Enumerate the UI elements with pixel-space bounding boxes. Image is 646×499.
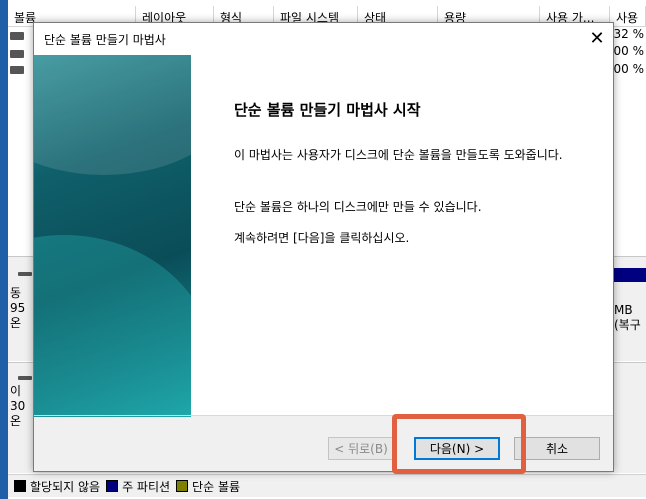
column-header-percent-free[interactable]: 사용 [610,6,646,26]
next-button-highlight [392,414,526,474]
wizard-note: 단순 볼륨은 하나의 디스크에만 만들 수 있습니다. [234,200,482,214]
wizard-instruction: 계속하려면 [다음]을 클릭하십시오. [234,231,410,245]
disk-1-label[interactable]: 이 30 온 [10,384,25,429]
disk-0-label[interactable]: 동 95 온 [10,286,25,331]
legend-label-unallocated: 할당되지 않음 [30,479,101,494]
partition-label: (복구 [614,318,641,332]
wizard-dialog: 단순 볼륨 만들기 마법사 ✕ 단순 볼륨 만들기 마법사 시작 이 마법사는 … [33,22,614,472]
cancel-button[interactable]: 취소 [514,437,600,460]
wizard-heading: 단순 볼륨 만들기 마법사 시작 [234,101,421,119]
close-button[interactable]: ✕ [581,23,613,53]
disk-0-status: 온 [10,316,22,330]
legend-swatch-unallocated [14,480,26,492]
window-title: 단순 볼륨 만들기 마법사 [44,33,166,47]
legend-swatch-simple [176,480,189,492]
legend-swatch-primary [106,480,119,492]
desktop-edge [0,0,8,499]
wizard-side-image [34,55,191,417]
volume-row[interactable] [10,28,28,44]
volume-row[interactable] [10,46,28,62]
disk-0-name: 동 [10,286,22,300]
close-icon: ✕ [589,27,605,49]
partition-header-bar [614,268,646,282]
legend: 할당되지 않음 주 파티션 단순 볼륨 [8,474,646,497]
volume-icon [10,50,24,58]
image-decoration [34,235,191,417]
disk-icon [18,272,32,276]
partition-info[interactable]: MB (복구 [614,303,641,333]
disk-1-name: 이 [10,384,22,398]
wizard-description: 이 마법사는 사용자가 디스크에 단순 볼륨을 만들도록 도와줍니다. [234,148,563,162]
volume-icon [10,32,24,40]
image-decoration [34,55,191,175]
partition-size: MB [614,303,633,317]
back-button[interactable]: < 뒤로(B) [328,437,394,460]
percent-free-value: 32 % [613,27,645,41]
volume-row[interactable] [10,62,28,78]
legend-label-simple: 단순 볼륨 [192,479,241,494]
disk-1-status: 온 [10,414,22,428]
disk-icon [18,376,32,380]
disk-0-size: 95 [10,301,26,315]
footer-divider [34,415,613,416]
volume-icon [10,66,24,74]
title-bar[interactable]: 단순 볼륨 만들기 마법사 ✕ [34,23,613,53]
wizard-content: 단순 볼륨 만들기 마법사 시작 이 마법사는 사용자가 디스크에 단순 볼륨을… [34,53,613,417]
legend-label-primary: 주 파티션 [122,479,171,494]
disk-1-size: 30 [10,399,26,413]
